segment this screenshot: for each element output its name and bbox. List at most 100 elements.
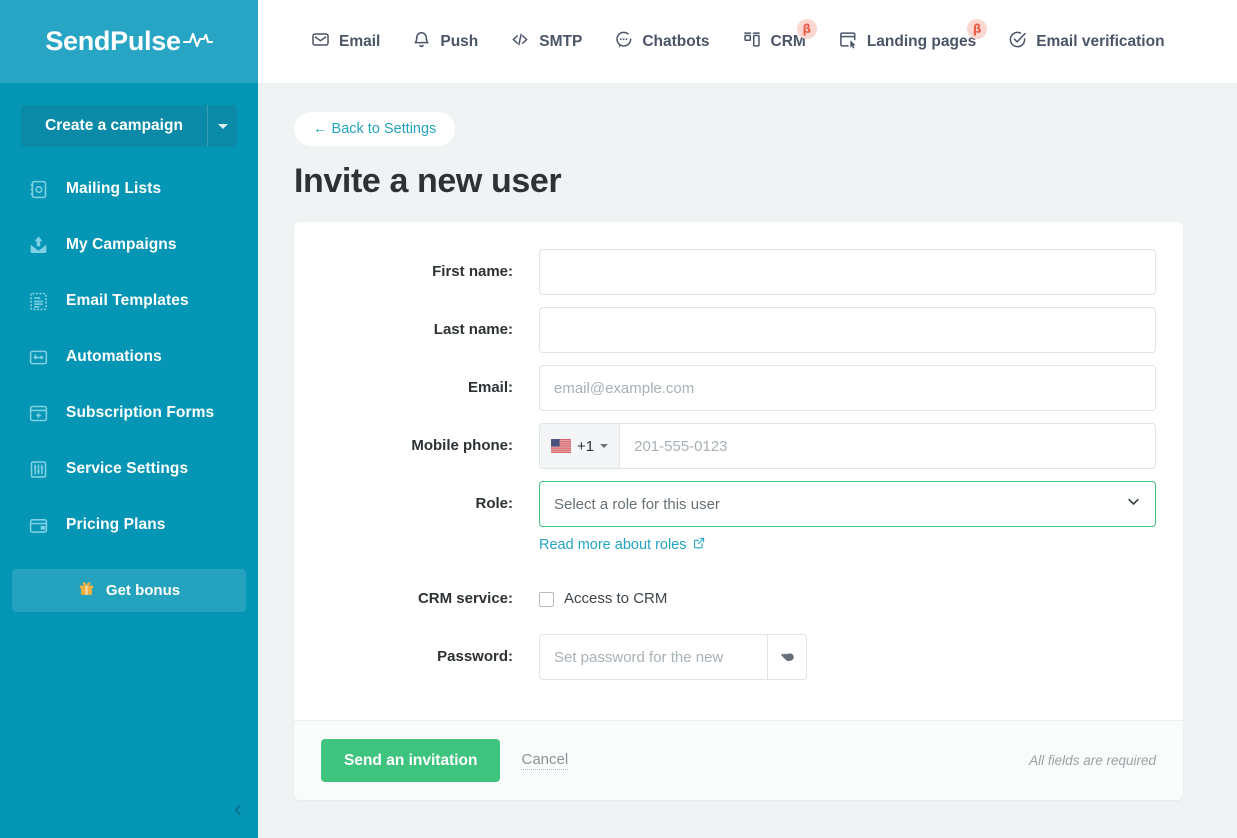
logo[interactable]: SendPulse [45,26,213,57]
sliders-icon [26,457,50,481]
pulse-wave-icon [182,30,213,53]
external-link-icon [693,537,705,553]
email-input[interactable] [539,365,1156,411]
topnav-item-email[interactable]: Email [295,0,396,83]
form-row-email: Email: [321,365,1156,411]
role-select[interactable]: Select a role for this user [539,481,1156,527]
required-fields-note: All fields are required [1029,753,1156,768]
bell-icon [412,30,431,54]
caret-down-icon [600,444,609,448]
address-book-icon [26,177,50,201]
password-label: Password: [437,648,513,665]
key-icon [779,646,796,668]
app-root: SendPulse Create a campaign Mailing List… [0,0,1237,838]
form-icon [26,401,50,425]
topnav-item-landing-pages[interactable]: Landing pages β [822,0,992,83]
form-row-password: Password: [321,634,1156,680]
sidebar-item-label: My Campaigns [66,236,177,253]
sidebar-item-label: Subscription Forms [66,404,215,421]
upload-campaign-icon [26,233,50,257]
gift-icon [78,580,95,602]
mobile-phone-field-wrapper: +1 [539,423,1156,469]
back-to-settings-button[interactable]: ← Back to Settings [294,112,456,146]
sidebar-item-email-templates[interactable]: Email Templates [0,273,258,329]
page-content: ← Back to Settings Invite a new user Fir… [258,83,1237,838]
last-name-field-wrapper [539,307,1156,353]
beta-badge: β [967,19,988,39]
topnav-item-push[interactable]: Push [396,0,494,83]
sidebar-item-label: Service Settings [66,460,189,477]
form-row-first-name: First name: [321,249,1156,295]
role-select-wrapper: Select a role for this user [539,481,1156,527]
crm-service-field-wrapper: Access to CRM [539,576,1156,622]
password-input-group [539,634,807,680]
mobile-phone-input[interactable] [620,424,1155,468]
check-circle-icon [1008,30,1027,54]
read-more-about-roles-link[interactable]: Read more about roles [539,537,705,553]
password-input[interactable] [539,634,767,680]
get-bonus-button[interactable]: Get bonus [12,569,246,612]
crm-board-icon [742,30,762,54]
last-name-label: Last name: [433,321,513,338]
password-field-wrapper [539,634,1156,680]
send-invitation-button[interactable]: Send an invitation [321,739,501,782]
sidebar-item-label: Pricing Plans [66,516,166,533]
sidebar-item-label: Automations [66,348,162,365]
sidebar-collapse-button[interactable] [224,798,252,826]
sidebar-item-automations[interactable]: Automations [0,329,258,385]
first-name-label: First name: [432,263,513,280]
create-campaign-button-group: Create a campaign [21,105,237,147]
topnav-label: Push [440,32,479,50]
envelope-icon [311,30,330,54]
main-area: Email Push SMTP Chatbots CRM β Landing p… [258,0,1237,838]
topnav-label: SMTP [539,32,583,50]
sidebar-item-my-campaigns[interactable]: My Campaigns [0,217,258,273]
read-more-label: Read more about roles [539,537,687,553]
crm-service-label: CRM service: [417,590,513,607]
template-icon [26,289,50,313]
topnav-label: Landing pages [866,32,977,50]
form-row-crm-service: CRM service: Access to CRM [321,576,1156,622]
form-row-last-name: Last name: [321,307,1156,353]
role-field-wrapper: Select a role for this user Read more ab… [539,481,1156,554]
create-campaign-dropdown-toggle[interactable] [207,105,237,147]
access-to-crm-checkbox[interactable] [539,591,554,607]
sidebar-nav: Mailing Lists My Campaigns Email Templat… [0,161,258,553]
last-name-input[interactable] [539,307,1156,353]
email-label: Email: [467,379,513,396]
wallet-icon [26,513,50,537]
sidebar-item-label: Email Templates [66,292,189,309]
generate-password-button[interactable] [767,634,807,680]
top-navigation: Email Push SMTP Chatbots CRM β Landing p… [258,0,1237,83]
chat-bubble-icon [614,30,633,54]
sidebar: SendPulse Create a campaign Mailing List… [0,0,258,838]
topnav-item-chatbots[interactable]: Chatbots [598,0,725,83]
sidebar-item-pricing-plans[interactable]: Pricing Plans [0,497,258,553]
country-code-value: +1 [577,437,595,455]
role-label: Role: [475,495,514,512]
first-name-input[interactable] [539,249,1156,295]
form-row-role: Role: Select a role for this user Read m… [321,481,1156,554]
automation-flow-icon [26,345,50,369]
access-to-crm-label[interactable]: Access to CRM [564,576,667,622]
topnav-item-crm[interactable]: CRM β [726,0,822,83]
create-campaign-wrapper: Create a campaign [0,83,258,147]
get-bonus-wrapper: Get bonus [0,553,258,612]
us-flag-icon [551,439,571,453]
sidebar-item-subscription-forms[interactable]: Subscription Forms [0,385,258,441]
topnav-label: Email verification [1036,32,1165,50]
country-code-selector[interactable]: +1 [540,424,621,468]
card-footer: Send an invitation Cancel All fields are… [294,720,1183,800]
cancel-button[interactable]: Cancel [521,751,569,770]
create-campaign-button[interactable]: Create a campaign [21,105,207,147]
phone-input-group: +1 [539,423,1156,469]
chevron-left-icon [231,803,245,822]
topnav-label: Chatbots [642,32,710,50]
topnav-item-email-verification[interactable]: Email verification [992,0,1180,83]
first-name-field-wrapper [539,249,1156,295]
sidebar-item-service-settings[interactable]: Service Settings [0,441,258,497]
sidebar-item-mailing-lists[interactable]: Mailing Lists [0,161,258,217]
topnav-item-smtp[interactable]: SMTP [494,0,598,83]
access-to-crm-row: Access to CRM [539,576,1156,622]
code-icon [510,30,530,54]
